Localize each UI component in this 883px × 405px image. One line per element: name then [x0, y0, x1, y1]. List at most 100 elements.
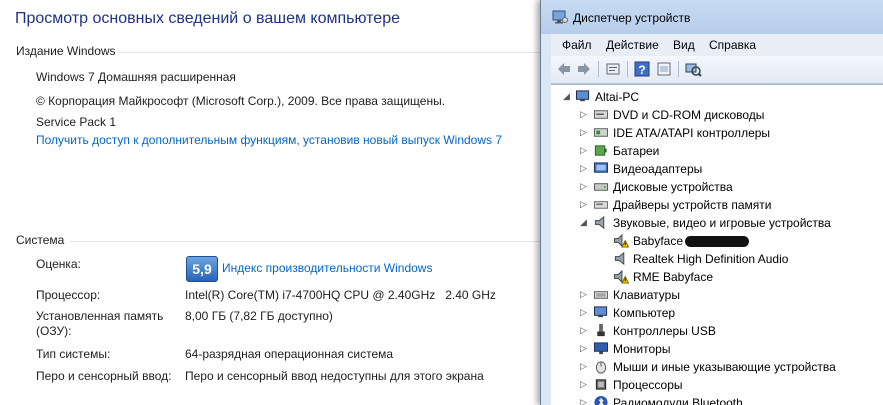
- toolbar-separator: [598, 61, 599, 77]
- title-bar[interactable]: Диспетчер устройств: [541, 0, 883, 34]
- menu-bar: Файл Действие Вид Справка: [551, 34, 883, 56]
- collapse-arrow-icon[interactable]: ◢: [580, 218, 589, 227]
- dvd-icon: [593, 110, 609, 119]
- expand-arrow-icon[interactable]: ▷: [580, 326, 589, 335]
- view-icon[interactable]: [655, 60, 673, 78]
- tree-node-label: Компьютер: [613, 306, 676, 320]
- tree-node-label: Клавиатуры: [613, 288, 680, 302]
- menu-help[interactable]: Справка: [709, 38, 756, 52]
- tree-node-label: Контроллеры USB: [613, 324, 716, 338]
- help-icon[interactable]: ?: [633, 60, 651, 78]
- toolbar: ?: [551, 56, 883, 84]
- mouse-icon: [595, 361, 607, 374]
- sound-icon: [594, 215, 605, 230]
- expand-arrow-icon[interactable]: ▷: [580, 362, 589, 371]
- tree-item[interactable]: ▷ Мыши и иные указывающие устройства: [551, 358, 881, 376]
- tree-root-node[interactable]: ◢ Altai-PC: [551, 88, 881, 106]
- expand-arrow-icon[interactable]: ▷: [580, 308, 589, 317]
- tree-child-item[interactable]: Babyface: [551, 232, 881, 250]
- tree-item[interactable]: ◢ Звуковые, видео и игровые устройства: [551, 214, 881, 232]
- tree-node-label: Радиомодули Bluetooth: [613, 396, 743, 405]
- page-title: Просмотр основных сведений о вашем компь…: [15, 10, 400, 27]
- performance-index-link[interactable]: Индекс производительности Windows: [222, 261, 432, 275]
- monitor-icon: [593, 342, 609, 355]
- expand-arrow-icon[interactable]: ▷: [580, 110, 589, 119]
- cpu-value: Intel(R) Core(TM) i7-4700HQ CPU @ 2.40GH…: [185, 288, 496, 302]
- tree-item[interactable]: ▷ Видеоадаптеры: [551, 160, 881, 178]
- back-icon[interactable]: [555, 60, 573, 78]
- forward-icon[interactable]: [575, 60, 593, 78]
- performance-score-badge[interactable]: 5,9: [186, 256, 218, 282]
- speaker-warning-icon: [613, 233, 629, 248]
- edition-value: Windows 7 Домашняя расширенная: [36, 70, 236, 84]
- device-manager-window: Диспетчер устройств Файл Действие Вид Сп…: [540, 0, 883, 405]
- computer-icon: [593, 306, 608, 318]
- tree-node-label: Мониторы: [613, 342, 671, 356]
- tree-item[interactable]: ▷ Мониторы: [551, 340, 881, 358]
- device-manager-icon: [552, 10, 568, 24]
- tree-item[interactable]: ▷ DVD и CD-ROM дисководы: [551, 106, 881, 124]
- redaction-mark: [685, 236, 750, 248]
- disk-drive-icon: [593, 183, 609, 191]
- system-properties-panel: Просмотр основных сведений о вашем компь…: [0, 0, 560, 405]
- toolbar-separator: [627, 61, 628, 77]
- collapse-arrow-icon[interactable]: ◢: [563, 92, 572, 101]
- pen-touch-value: Перо и сенсорный ввод недоступны для это…: [185, 369, 484, 383]
- system-type-value: 64-разрядная операционная система: [185, 347, 394, 361]
- expand-arrow-icon[interactable]: ▷: [580, 200, 589, 209]
- tree-node-label: Драйверы устройств памяти: [613, 198, 772, 212]
- pen-touch-label: Перо и сенсорный ввод:: [36, 369, 172, 383]
- tree-item[interactable]: ▷ Компьютер: [551, 304, 881, 322]
- tree-node-label: Babyface: [633, 234, 750, 248]
- ram-value: 8,00 ГБ (7,82 ГБ доступно): [185, 309, 333, 323]
- expand-arrow-icon[interactable]: ▷: [580, 164, 589, 173]
- cpu-label: Процессор:: [36, 288, 101, 302]
- tree-node-label: Звуковые, видео и игровые устройства: [613, 216, 831, 230]
- expand-arrow-icon[interactable]: ▷: [580, 398, 589, 405]
- tree-item[interactable]: ▷ Радиомодули Bluetooth: [551, 394, 881, 405]
- battery-icon: [594, 145, 607, 156]
- edition-heading: Издание Windows: [16, 44, 116, 58]
- tree-item[interactable]: ▷ Клавиатуры: [551, 286, 881, 304]
- expand-arrow-icon[interactable]: ▷: [580, 290, 589, 299]
- bluetooth-icon: [594, 395, 608, 405]
- system-heading: Система: [16, 233, 65, 247]
- tree-item[interactable]: ▷ IDE ATA/ATAPI контроллеры: [551, 124, 881, 142]
- tree-item[interactable]: ▷ Драйверы устройств памяти: [551, 196, 881, 214]
- expand-arrow-icon[interactable]: ▷: [580, 344, 589, 353]
- processor-icon: [595, 379, 607, 390]
- tree-item[interactable]: ▷ Батареи: [551, 142, 881, 160]
- tree-child-item[interactable]: Realtek High Definition Audio: [551, 250, 881, 268]
- device-tree: ◢ Altai-PC ▷ DVD и CD-ROM дисководы ▷ IDE ATA…: [551, 84, 883, 405]
- properties-icon[interactable]: [604, 60, 622, 78]
- upgrade-link[interactable]: Получить доступ к дополнительным функция…: [36, 133, 502, 147]
- window-title: Диспетчер устройств: [573, 11, 691, 25]
- expand-arrow-icon[interactable]: ▷: [580, 182, 589, 191]
- menu-view[interactable]: Вид: [673, 38, 695, 52]
- tree-item[interactable]: ▷ Процессоры: [551, 376, 881, 394]
- expand-arrow-icon[interactable]: ▷: [580, 380, 589, 389]
- expand-arrow-icon[interactable]: ▷: [580, 128, 589, 137]
- expand-arrow-icon[interactable]: ▷: [580, 146, 589, 155]
- ram-label-line1: Установленная память: [36, 309, 164, 323]
- computer-root-icon: [575, 90, 590, 102]
- usb-icon: [597, 323, 605, 337]
- toolbar-separator: [678, 61, 679, 77]
- system-divider: [70, 241, 543, 242]
- tree-item[interactable]: ▷ Дисковые устройства: [551, 178, 881, 196]
- svg-text:?: ?: [638, 63, 645, 77]
- rating-label: Оценка:: [36, 257, 81, 271]
- tree-node-label: Процессоры: [613, 378, 683, 392]
- copyright-text: © Корпорация Майкрософт (Microsoft Corp.…: [36, 94, 446, 108]
- tree-node-label: Батареи: [613, 144, 660, 158]
- tree-node-label: Мыши и иные указывающие устройства: [613, 360, 836, 374]
- tree-item[interactable]: ▷ Контроллеры USB: [551, 322, 881, 340]
- menu-file[interactable]: Файл: [562, 38, 592, 52]
- edition-divider: [118, 52, 543, 53]
- scan-hardware-icon[interactable]: [684, 60, 702, 78]
- tree-node-label: IDE ATA/ATAPI контроллеры: [613, 126, 771, 140]
- tree-child-item[interactable]: RME Babyface: [551, 268, 881, 286]
- tree-node-label: Видеоадаптеры: [613, 162, 703, 176]
- menu-action[interactable]: Действие: [606, 38, 659, 52]
- speaker-warning-icon: [613, 269, 629, 284]
